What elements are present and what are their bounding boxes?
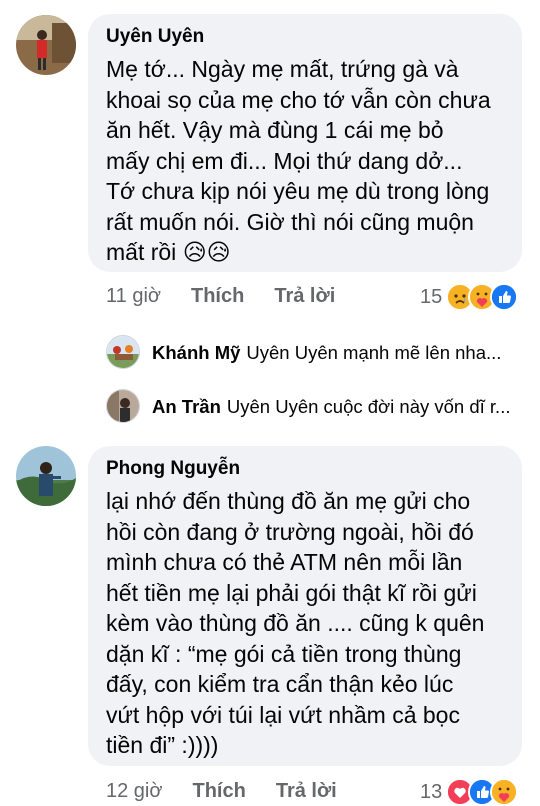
reply-text[interactable]: Uyên Uyên cuộc đời này vốn dĩ r... <box>227 396 511 418</box>
like-button[interactable]: Thích <box>191 285 244 308</box>
reaction-count: 15 <box>420 285 443 308</box>
reply-item: Khánh Mỹ Uyên Uyên mạnh mẽ lên nha... <box>152 342 522 364</box>
reaction-count: 13 <box>420 780 443 803</box>
comment-body: Mẹ tớ... Ngày mẹ mất, trứng gà và khoai … <box>106 56 491 265</box>
reply-button[interactable]: Trả lời <box>274 285 335 308</box>
comment-actions: 12 giờ Thích Trả lời <box>106 780 337 803</box>
reply-item: An Trần Uyên Uyên cuộc đời này vốn dĩ r.… <box>152 396 522 418</box>
care-icon <box>490 778 519 806</box>
reaction-summary[interactable]: 15 <box>420 283 519 311</box>
comment-bubble: Uyên Uyên Mẹ tớ... Ngày mẹ mất, trứng gà… <box>88 14 522 272</box>
comment-text: lại nhớ đến thùng đồ ăn mẹ gửi cho hồi c… <box>106 488 485 758</box>
like-icon <box>490 283 519 311</box>
reply-author[interactable]: An Trần <box>152 396 221 418</box>
avatar-an-tran[interactable] <box>106 389 140 423</box>
comment-actions: 11 giờ Thích Trả lời <box>106 285 335 308</box>
avatar-khanh-my[interactable] <box>106 335 140 369</box>
comment-text: Mẹ tớ... Ngày mẹ mất, trứng gà và khoai … <box>106 54 504 268</box>
reply-text[interactable]: Uyên Uyên mạnh mẽ lên nha... <box>246 342 501 364</box>
comment-author[interactable]: Phong Nguyễn <box>106 458 504 480</box>
reply-author[interactable]: Khánh Mỹ <box>152 342 240 364</box>
reaction-summary[interactable]: 13 <box>420 778 519 806</box>
comment-author[interactable]: Uyên Uyên <box>106 26 504 48</box>
crying-emoji-icon: 😥😥 <box>182 239 231 265</box>
avatar-phong-nguyen[interactable] <box>16 446 76 506</box>
comment-time[interactable]: 12 giờ <box>106 780 162 803</box>
like-button[interactable]: Thích <box>192 780 245 803</box>
avatar-uyen-uyen[interactable] <box>16 15 76 75</box>
reply-button[interactable]: Trả lời <box>276 780 337 803</box>
comment-time[interactable]: 11 giờ <box>106 285 161 308</box>
comment-bubble: Phong Nguyễn lại nhớ đến thùng đồ ăn mẹ … <box>88 446 522 766</box>
